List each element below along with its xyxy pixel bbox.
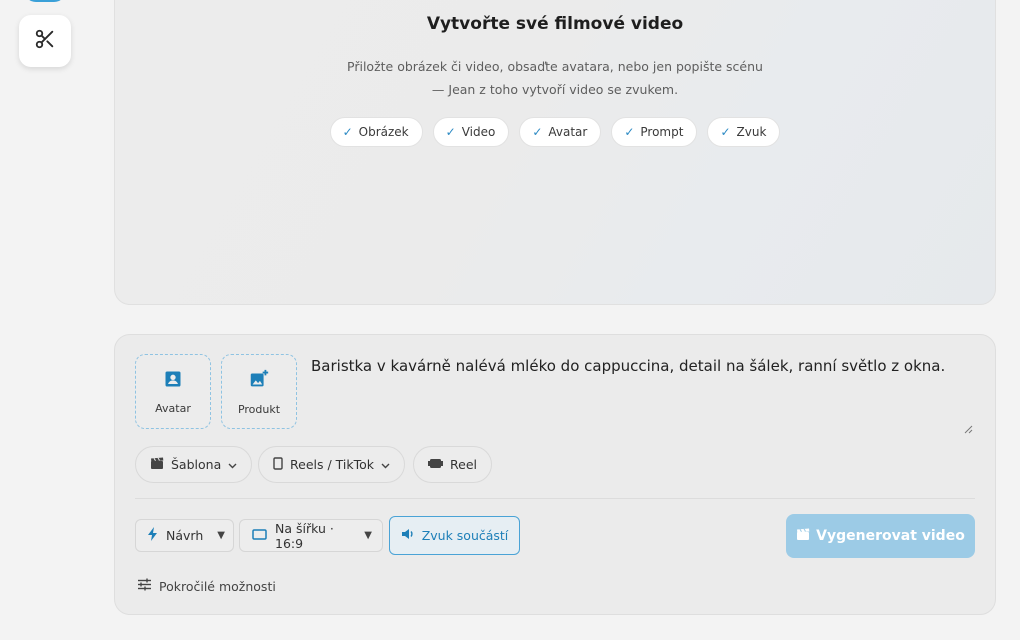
sound-toggle[interactable]: Zvuk součástí <box>389 516 520 555</box>
check-icon: ✓ <box>532 125 543 139</box>
product-upload-button[interactable]: Produkt <box>221 354 297 429</box>
caret-down-icon: ▼ <box>217 530 225 541</box>
hero-title: Vytvořte své filmové video <box>426 14 684 34</box>
avatar-icon <box>163 369 183 392</box>
composer-card: Avatar Produkt Baristka v kavárně nalévá… <box>114 334 996 615</box>
chip-label: Zvuk <box>736 125 767 139</box>
prompt-textarea[interactable]: Baristka v kavárně nalévá mléko do cappu… <box>311 355 975 429</box>
rail-cut-tool-button[interactable] <box>19 15 71 67</box>
film-icon <box>428 457 443 472</box>
sliders-icon <box>137 578 152 594</box>
generate-video-label: Vygenerovat video <box>816 528 965 544</box>
feature-chips: ✓ Obrázek ✓ Video ✓ Avatar ✓ Prompt ✓ Zv… <box>115 117 995 147</box>
lightning-icon <box>148 527 158 544</box>
advanced-options-label: Pokročilé možnosti <box>159 578 276 594</box>
avatar-upload-button[interactable]: Avatar <box>135 354 211 429</box>
chip-image: ✓ Obrázek <box>329 117 423 147</box>
landscape-icon <box>252 528 267 543</box>
divider <box>135 498 975 499</box>
sound-toggle-label: Zvuk součástí <box>421 528 509 543</box>
chip-label: Prompt <box>640 125 684 139</box>
caret-down-icon: ▼ <box>364 530 372 541</box>
chip-avatar: ✓ Avatar <box>519 117 602 147</box>
chip-sound: ✓ Zvuk <box>707 117 781 147</box>
product-upload-label: Produkt <box>237 402 281 416</box>
chip-prompt: ✓ Prompt <box>611 117 698 147</box>
reel-label: Reel <box>450 457 477 472</box>
format-label: Reels / TikTok <box>290 457 375 472</box>
aspect-select-value: Na šířku · 16:9 <box>275 520 334 551</box>
scissors-icon <box>34 28 56 54</box>
resize-handle-icon[interactable] <box>963 419 973 434</box>
mode-select[interactable]: Návrh ▼ <box>135 519 234 552</box>
hero-subtitle-line2: — Jean z toho vytvoří video se zvukem. <box>431 82 679 97</box>
mode-select-value: Návrh <box>166 528 204 543</box>
clapperboard-icon <box>796 528 810 545</box>
aspect-select[interactable]: Na šířku · 16:9 ▼ <box>239 519 383 552</box>
chip-label: Avatar <box>548 125 588 139</box>
chevron-down-icon <box>228 457 237 472</box>
speaker-icon <box>401 528 415 543</box>
clapperboard-icon <box>150 457 164 473</box>
hero-subtitle: Přiložte obrázek či video, obsaďte avata… <box>115 55 995 101</box>
rail-active-indicator <box>24 0 66 2</box>
hero-card: Vytvořte své filmové video Přiložte obrá… <box>114 0 996 305</box>
advanced-options-toggle[interactable]: Pokročilé možnosti <box>137 578 276 594</box>
chip-label: Video <box>461 125 496 139</box>
template-dropdown[interactable]: Šablona <box>135 446 253 483</box>
generate-video-button[interactable]: Vygenerovat video <box>786 514 975 558</box>
check-icon: ✓ <box>720 125 731 139</box>
check-icon: ✓ <box>445 125 456 139</box>
phone-icon <box>273 456 283 473</box>
chip-label: Obrázek <box>358 125 409 139</box>
avatar-upload-label: Avatar <box>155 401 191 415</box>
reel-button[interactable]: Reel <box>413 446 492 483</box>
chip-video: ✓ Video <box>432 117 510 147</box>
check-icon: ✓ <box>624 125 635 139</box>
template-label: Šablona <box>171 457 222 472</box>
hero-subtitle-line1: Přiložte obrázek či video, obsaďte avata… <box>347 59 763 74</box>
add-image-icon <box>248 368 270 393</box>
chevron-down-icon <box>381 457 390 472</box>
format-dropdown[interactable]: Reels / TikTok <box>258 446 406 483</box>
check-icon: ✓ <box>342 125 353 139</box>
